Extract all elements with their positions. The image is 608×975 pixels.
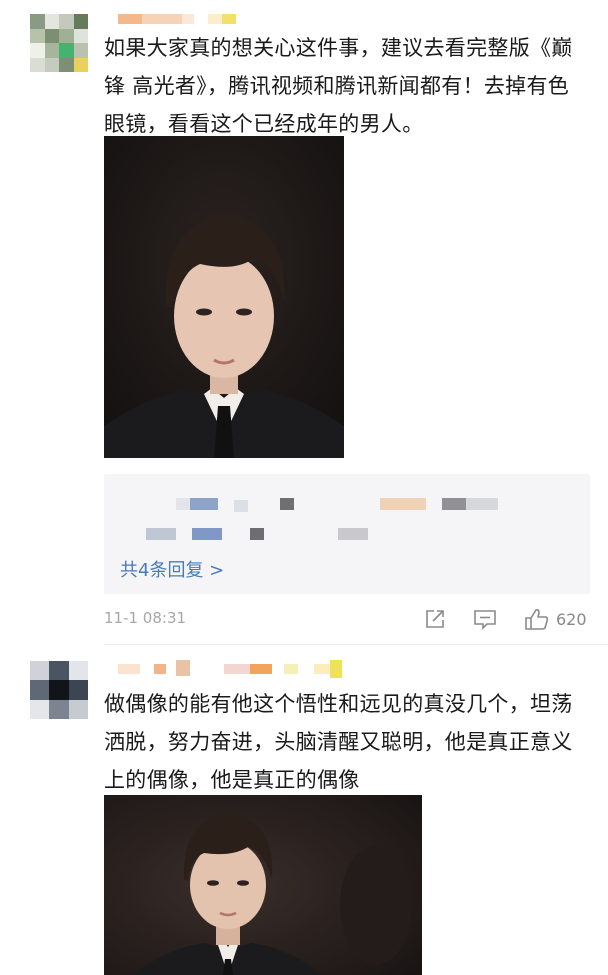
username-redacted[interactable] (104, 660, 354, 678)
timestamp: 11-1 08:31 (104, 609, 187, 627)
avatar[interactable] (30, 661, 88, 719)
portrait-image (104, 136, 344, 458)
comment-button[interactable] (473, 606, 497, 632)
username-redacted[interactable] (104, 10, 354, 28)
comment-icon (474, 610, 496, 630)
thumbs-up-icon (525, 609, 549, 630)
comment-meta: 11-1 08:31 620 (104, 604, 590, 634)
comment-text: 做偶像的能有他这个悟性和远见的真没几个，坦荡洒脱，努力奋进，头脑清醒又聪明，他是… (104, 692, 573, 792)
attached-photo[interactable] (104, 136, 344, 458)
avatar[interactable] (30, 14, 88, 72)
like-button[interactable]: 620 (524, 606, 587, 632)
reply-preview[interactable]: 共4条回复 > (104, 474, 590, 594)
portrait-image (104, 795, 422, 975)
view-replies-link[interactable]: 共4条回复 > (120, 556, 224, 582)
share-button[interactable] (424, 606, 446, 632)
like-count: 620 (556, 609, 587, 629)
comment-item: 如果大家真的想关心这件事，建议去看完整版《巅锋 高光者》，腾讯视频和腾讯新闻都有… (0, 0, 608, 645)
comment-text: 如果大家真的想关心这件事，建议去看完整版《巅锋 高光者》，腾讯视频和腾讯新闻都有… (104, 36, 573, 136)
share-icon (426, 610, 444, 628)
attached-photo[interactable] (104, 795, 422, 975)
comment-item: 做偶像的能有他这个悟性和远见的真没几个，坦荡洒脱，努力奋进，头脑清醒又聪明，他是… (0, 645, 608, 975)
